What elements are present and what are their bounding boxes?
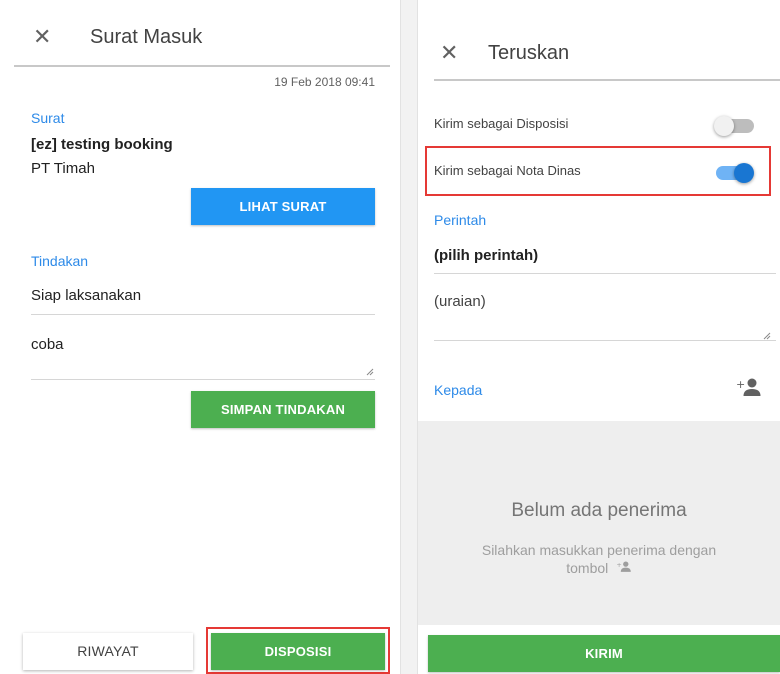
toggle-disposisi-label: Kirim sebagai Disposisi <box>434 116 569 131</box>
teruskan-panel: ✕ Teruskan Kirim sebagai Disposisi Kirim… <box>418 0 780 674</box>
panel-separator <box>400 0 418 674</box>
toggle-nota-switch[interactable] <box>714 162 756 184</box>
tindakan-select[interactable]: Siap laksanakan <box>31 287 141 304</box>
note-textarea[interactable]: coba <box>31 336 64 353</box>
close-icon[interactable]: ✕ <box>33 26 51 48</box>
uraian-underline <box>434 340 776 341</box>
tindakan-underline <box>31 314 375 315</box>
surat-masuk-panel: ✕ Surat Masuk 19 Feb 2018 09:41 Surat [e… <box>0 0 400 674</box>
tindakan-label: Tindakan <box>31 253 89 269</box>
empty-subtitle-text: tombol <box>566 560 609 576</box>
svg-text:+: + <box>616 561 621 569</box>
header-divider <box>434 79 780 81</box>
toggle-disposisi-switch[interactable] <box>714 115 756 137</box>
letter-organization: PT Timah <box>31 160 95 177</box>
perintah-label: Perintah <box>434 212 487 228</box>
lihat-surat-button[interactable]: LIHAT SURAT <box>191 188 375 225</box>
disposisi-button[interactable]: DISPOSISI <box>211 633 385 670</box>
close-icon[interactable]: ✕ <box>440 42 458 64</box>
riwayat-button[interactable]: RIWAYAT <box>23 633 193 670</box>
page-title: Teruskan <box>488 42 570 64</box>
surat-label: Surat <box>31 110 65 126</box>
add-person-icon: + <box>616 560 632 578</box>
add-person-icon[interactable]: + <box>736 376 762 398</box>
uraian-textarea[interactable]: (uraian) <box>434 293 486 310</box>
perintah-select[interactable]: (pilih perintah) <box>434 247 538 264</box>
header-divider <box>14 65 390 67</box>
resize-handle-icon[interactable] <box>763 332 771 340</box>
note-underline <box>31 379 375 380</box>
recipients-empty-area <box>418 421 780 625</box>
kepada-label: Kepada <box>434 382 483 398</box>
page-title: Surat Masuk <box>90 26 203 48</box>
kirim-button[interactable]: KIRIM <box>428 635 780 672</box>
empty-subtitle-line2: tombol + <box>418 559 780 578</box>
simpan-tindakan-button[interactable]: SIMPAN TINDAKAN <box>191 391 375 428</box>
resize-handle-icon[interactable] <box>366 368 374 376</box>
empty-title: Belum ada penerima <box>511 500 687 521</box>
empty-subtitle-line1: Silahkan masukkan penerima dengan <box>481 542 717 558</box>
perintah-underline <box>434 273 776 274</box>
letter-subject: [ez] testing booking <box>31 136 173 153</box>
letter-date: 19 Feb 2018 09:41 <box>274 75 375 89</box>
svg-text:+: + <box>736 378 745 391</box>
toggle-nota-label: Kirim sebagai Nota Dinas <box>434 163 581 178</box>
